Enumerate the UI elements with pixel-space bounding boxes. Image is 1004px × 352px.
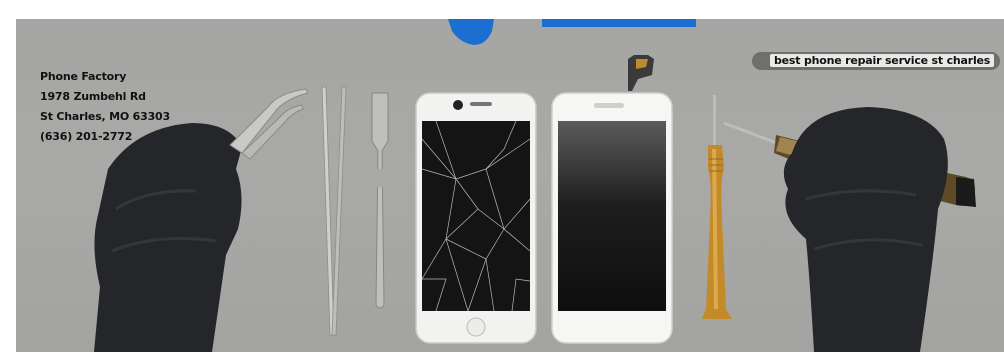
tweezers-curved-icon <box>229 88 309 160</box>
screwdriver-icon <box>702 95 732 319</box>
tweezers-straight-icon <box>321 86 347 336</box>
broken-phone-icon <box>415 92 537 344</box>
service-tag: best phone repair service st charles <box>752 52 1001 70</box>
phone-screen-icon <box>551 55 673 344</box>
repair-photo: Phone Factory 1978 Zumbehl Rd St Charles… <box>16 19 1004 352</box>
spudger-icon <box>371 92 389 309</box>
glove-right-icon <box>723 107 976 352</box>
phone-number: (636) 201-2772 <box>40 130 133 143</box>
business-name: Phone Factory <box>40 70 127 83</box>
address-block: Phone Factory 1978 Zumbehl Rd St Charles… <box>40 67 170 147</box>
city-state-zip: St Charles, MO 63303 <box>40 110 170 123</box>
glove-left-icon <box>94 123 242 352</box>
blue-tool-icon <box>448 19 696 45</box>
street-address: 1978 Zumbehl Rd <box>40 90 146 103</box>
service-tag-text: best phone repair service st charles <box>770 54 995 67</box>
